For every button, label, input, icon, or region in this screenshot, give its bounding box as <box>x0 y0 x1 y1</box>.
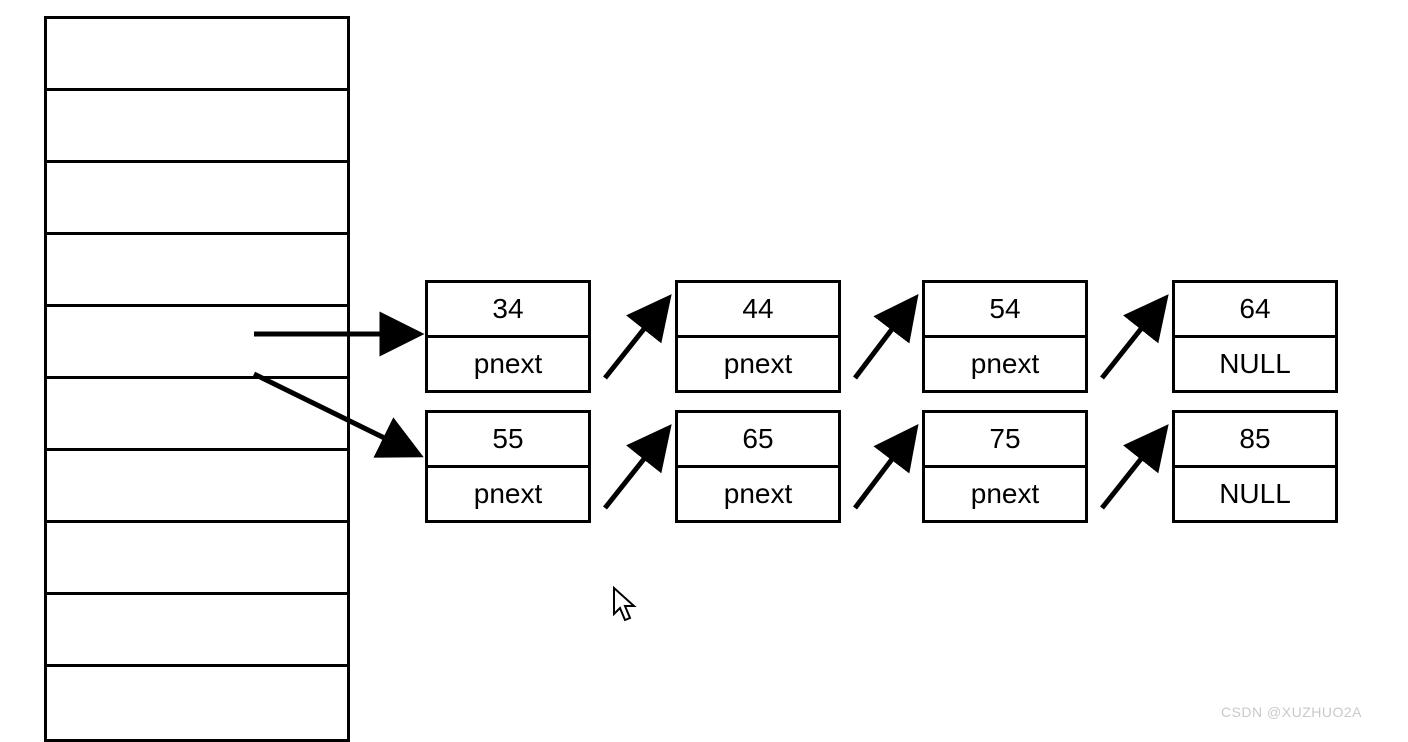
diagram-stage: 34pnext44pnext54pnext64NULL55pnext65pnex… <box>0 0 1408 742</box>
hash-table-array <box>44 16 350 742</box>
list-node: 75pnext <box>922 410 1088 523</box>
node-pointer: pnext <box>678 338 838 390</box>
cursor-icon <box>614 588 634 620</box>
list-node: 65pnext <box>675 410 841 523</box>
list-node: 85NULL <box>1172 410 1338 523</box>
node-pointer: pnext <box>925 338 1085 390</box>
list-node: 34pnext <box>425 280 591 393</box>
hash-slot <box>47 667 347 739</box>
node-value: 64 <box>1175 283 1335 338</box>
node-pointer: pnext <box>678 468 838 520</box>
node-value: 55 <box>428 413 588 468</box>
hash-slot <box>47 91 347 163</box>
pnext-arrow <box>1102 300 1164 378</box>
hash-slot <box>47 595 347 667</box>
node-value: 85 <box>1175 413 1335 468</box>
node-pointer: NULL <box>1175 468 1335 520</box>
node-pointer: NULL <box>1175 338 1335 390</box>
pnext-arrow <box>1102 430 1164 508</box>
pnext-arrow <box>855 300 914 378</box>
watermark: CSDN @XUZHUO2A <box>1221 704 1362 720</box>
node-value: 44 <box>678 283 838 338</box>
list-node: 54pnext <box>922 280 1088 393</box>
node-value: 65 <box>678 413 838 468</box>
pnext-arrow <box>605 430 667 508</box>
hash-slot <box>47 451 347 523</box>
hash-slot <box>47 307 347 379</box>
hash-slot <box>47 523 347 595</box>
hash-slot <box>47 379 347 451</box>
list-node: 64NULL <box>1172 280 1338 393</box>
pnext-arrow <box>605 300 667 378</box>
hash-slot <box>47 19 347 91</box>
hash-slot <box>47 235 347 307</box>
node-pointer: pnext <box>428 338 588 390</box>
hash-slot <box>47 163 347 235</box>
node-value: 54 <box>925 283 1085 338</box>
node-value: 34 <box>428 283 588 338</box>
pnext-arrow <box>855 430 914 508</box>
list-node: 44pnext <box>675 280 841 393</box>
list-node: 55pnext <box>425 410 591 523</box>
node-pointer: pnext <box>428 468 588 520</box>
node-value: 75 <box>925 413 1085 468</box>
node-pointer: pnext <box>925 468 1085 520</box>
